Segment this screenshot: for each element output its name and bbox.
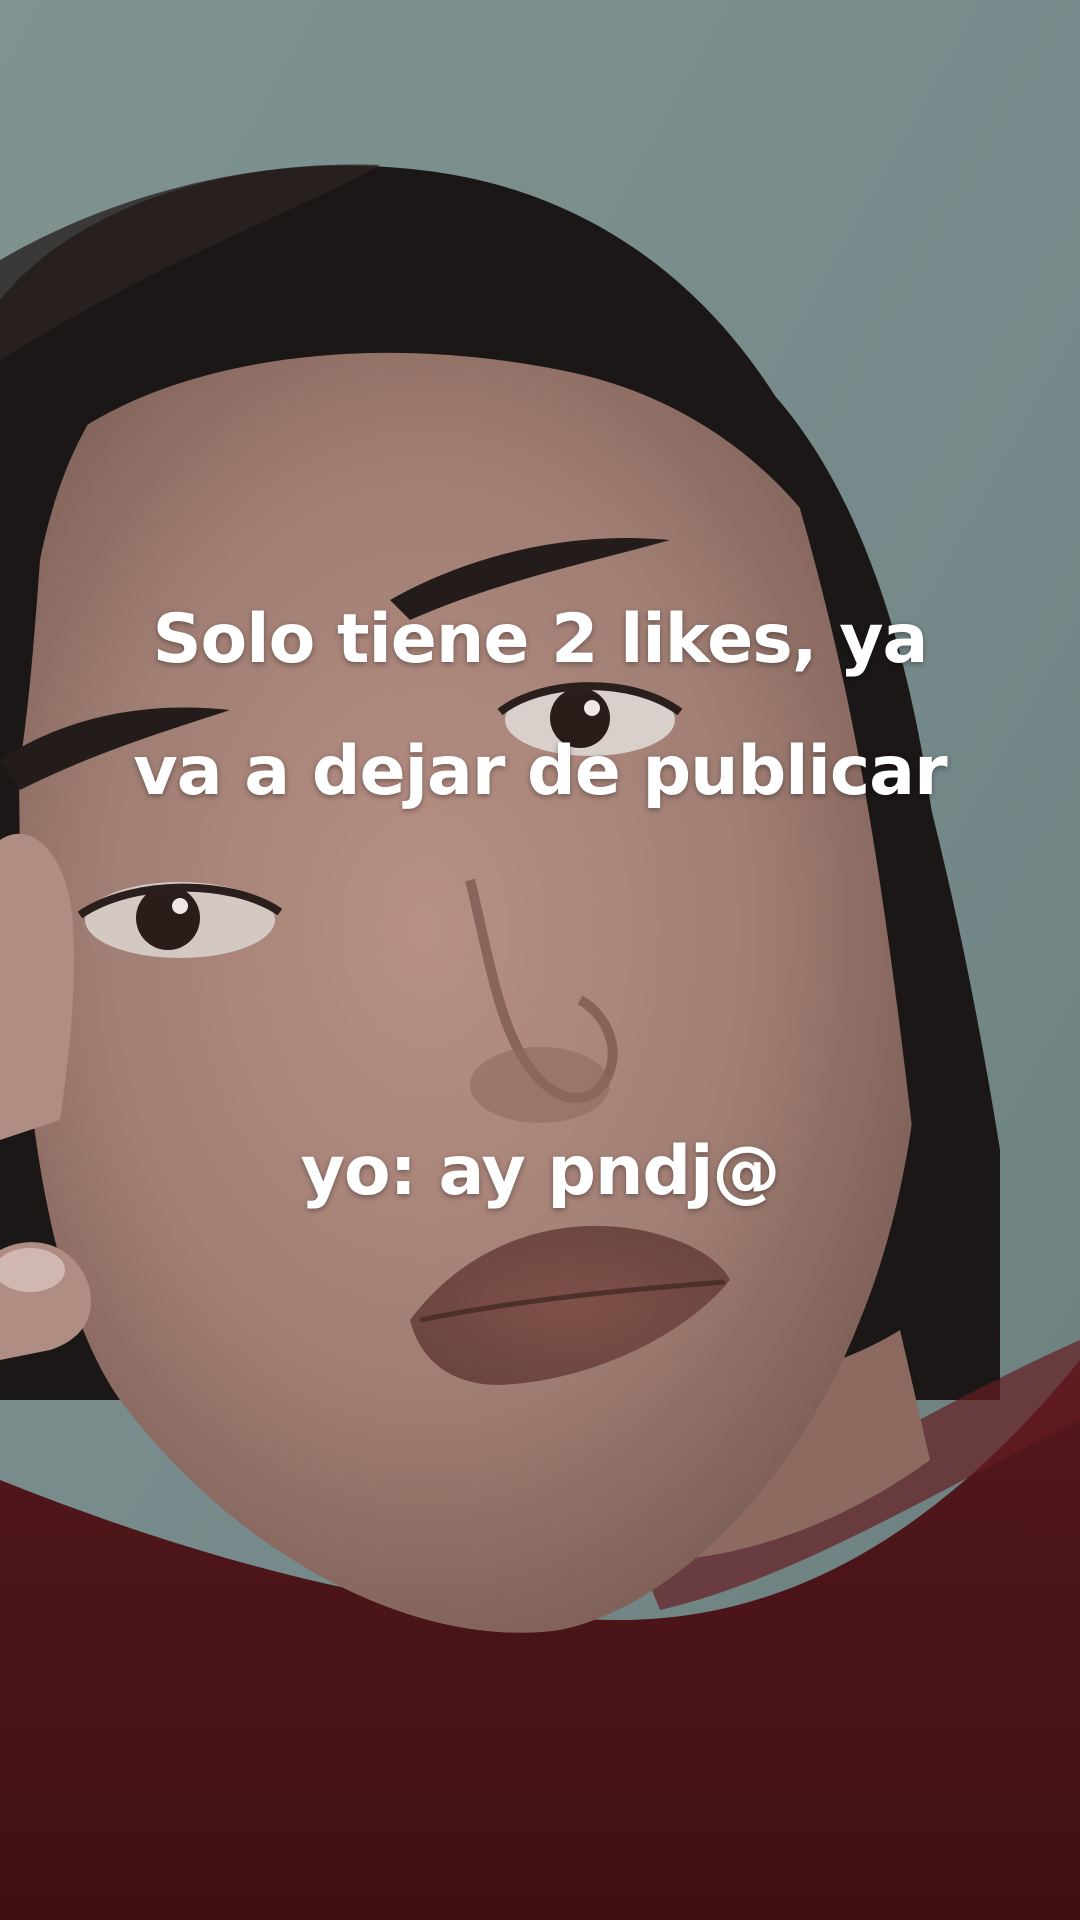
caption-line-2: va a dejar de publicar <box>133 732 947 811</box>
overlay-caption-bottom: yo: ay pndj@ <box>300 1132 781 1211</box>
video-frame: Solo tiene 2 likes, ya va a dejar de pub… <box>0 0 1080 1920</box>
overlay-caption-top: Solo tiene 2 likes, ya va a dejar de pub… <box>0 574 1080 838</box>
caption-line-1: Solo tiene 2 likes, ya <box>152 600 929 679</box>
selfie-photo <box>0 0 1080 1920</box>
